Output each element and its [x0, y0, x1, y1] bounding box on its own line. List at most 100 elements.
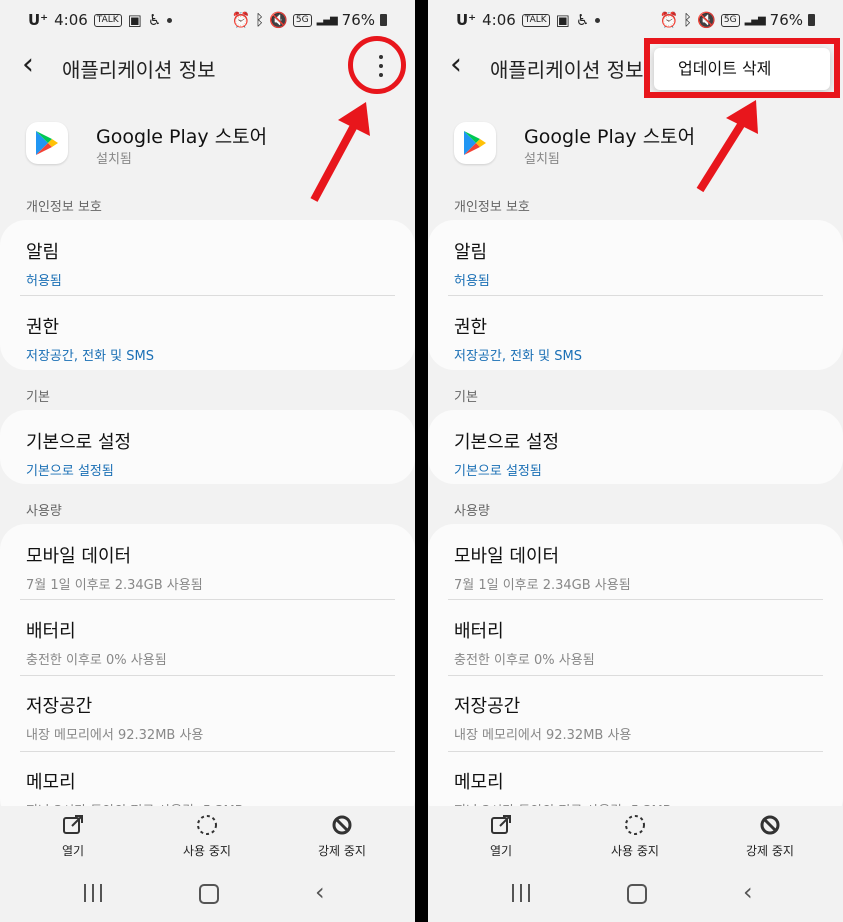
set-as-default-item[interactable]: 기본으로 설정 기본으로 설정됨 [26, 428, 131, 479]
network-5g-icon: 5G [720, 13, 740, 27]
signal-icon: ▂▄▆ [744, 14, 766, 26]
gallery-icon: ▣ [555, 11, 570, 29]
force-stop-button[interactable]: 강제 중지 [304, 814, 380, 859]
accessibility-icon: ♿ [147, 11, 162, 29]
mute-icon: 🔇 [269, 11, 288, 29]
open-button[interactable]: 열기 [48, 814, 98, 859]
network-5g-icon: 5G [292, 13, 312, 27]
status-bar: U⁺ 4:06 TALK ▣ ♿ ⏰ ᛒ 🔇 5G ▂▄▆ 76% [0, 0, 415, 42]
home-icon[interactable] [627, 884, 647, 904]
battery-subtitle: 충전한 이후로 0% 사용됨 [454, 653, 595, 668]
section-basic: 기본 [454, 390, 478, 405]
divider [448, 751, 823, 752]
open-label: 열기 [489, 844, 513, 858]
google-play-icon [26, 122, 68, 164]
permissions-item[interactable]: 권한 저장공간, 전화 및 SMS [454, 313, 582, 364]
usage-card: 모바일 데이터 7월 1일 이후로 2.34GB 사용됨 배터리 충전한 이후로… [0, 524, 415, 824]
back-arrow-icon[interactable]: ‹ [22, 50, 34, 80]
google-play-icon [454, 122, 496, 164]
battery-percent: 76% [769, 11, 803, 29]
bottom-action-bar: 열기 사용 중지 강제 중지 [0, 806, 415, 866]
nav-back-icon[interactable]: ‹ [315, 878, 325, 906]
app-name: Google Play 스토어 [524, 126, 696, 148]
battery-icon [380, 14, 387, 26]
force-stop-icon [760, 815, 780, 835]
phone-screen-left: U⁺ 4:06 TALK ▣ ♿ ⏰ ᛒ 🔇 5G ▂▄▆ 76% ‹ 애플리케… [0, 0, 415, 922]
battery-title: 배터리 [454, 621, 504, 642]
set-as-default-title: 기본으로 설정 [454, 432, 560, 453]
force-stop-icon [332, 815, 352, 835]
mobile-data-subtitle: 7월 1일 이후로 2.34GB 사용됨 [454, 578, 631, 593]
back-arrow-icon[interactable]: ‹ [450, 50, 462, 80]
divider [20, 295, 395, 296]
bluetooth-icon: ᛒ [255, 11, 265, 29]
app-header: Google Play 스토어 설치됨 [428, 112, 843, 172]
mute-icon: 🔇 [697, 11, 716, 29]
set-as-default-subtitle: 기본으로 설정됨 [454, 464, 542, 479]
recents-icon[interactable] [512, 884, 530, 902]
storage-item[interactable]: 저장공간 내장 메모리에서 92.32MB 사용 [454, 692, 631, 743]
permissions-title: 권한 [26, 317, 60, 338]
notifications-title: 알림 [454, 242, 488, 263]
kakaotalk-icon: TALK [521, 13, 550, 27]
disable-button[interactable]: 사용 중지 [600, 814, 670, 859]
disable-icon [625, 815, 645, 835]
usage-card: 모바일 데이터 7월 1일 이후로 2.34GB 사용됨 배터리 충전한 이후로… [428, 524, 843, 824]
set-as-default-item[interactable]: 기본으로 설정 기본으로 설정됨 [454, 428, 559, 479]
system-nav-bar: ‹ [0, 866, 415, 922]
clock: 4:06 [482, 11, 516, 29]
status-bar: U⁺ 4:06 TALK ▣ ♿ ⏰ ᛒ 🔇 5G ▂▄▆ 76% [428, 0, 843, 42]
storage-item[interactable]: 저장공간 내장 메모리에서 92.32MB 사용 [26, 692, 203, 743]
notifications-title: 알림 [26, 242, 60, 263]
bluetooth-icon: ᛒ [683, 11, 693, 29]
system-nav-bar: ‹ [428, 866, 843, 922]
force-stop-button[interactable]: 강제 중지 [732, 814, 808, 859]
mobile-data-item[interactable]: 모바일 데이터 7월 1일 이후로 2.34GB 사용됨 [26, 542, 203, 593]
divider [448, 675, 823, 676]
section-privacy: 개인정보 보호 [454, 200, 530, 215]
storage-title: 저장공간 [26, 696, 93, 717]
open-button[interactable]: 열기 [476, 814, 526, 859]
permissions-subtitle: 저장공간, 전화 및 SMS [26, 349, 154, 364]
battery-item[interactable]: 배터리 충전한 이후로 0% 사용됨 [26, 617, 167, 668]
disable-label: 사용 중지 [183, 844, 231, 858]
open-external-icon [63, 815, 83, 834]
accessibility-icon: ♿ [575, 11, 590, 29]
mobile-data-item[interactable]: 모바일 데이터 7월 1일 이후로 2.34GB 사용됨 [454, 542, 631, 593]
app-install-status: 설치됨 [96, 152, 132, 167]
app-name: Google Play 스토어 [96, 126, 268, 148]
phone-screen-right: U⁺ 4:06 TALK ▣ ♿ ⏰ ᛒ 🔇 5G ▂▄▆ 76% ‹ 애플리케… [428, 0, 843, 922]
annotation-arrow-icon [310, 102, 370, 202]
home-icon[interactable] [199, 884, 219, 904]
carrier-label: U⁺ [28, 11, 49, 29]
gallery-icon: ▣ [127, 11, 142, 29]
storage-title: 저장공간 [454, 696, 521, 717]
app-install-status: 설치됨 [524, 152, 560, 167]
notifications-subtitle: 허용됨 [26, 274, 62, 289]
force-stop-label: 강제 중지 [746, 844, 794, 858]
kakaotalk-icon: TALK [93, 13, 122, 27]
clock: 4:06 [54, 11, 88, 29]
nav-back-icon[interactable]: ‹ [743, 878, 753, 906]
page-title: 애플리케이션 정보 [62, 58, 216, 82]
notifications-item[interactable]: 알림 허용됨 [454, 238, 490, 289]
disable-icon [197, 815, 217, 835]
more-notifications-icon [595, 17, 601, 23]
storage-subtitle: 내장 메모리에서 92.32MB 사용 [26, 728, 204, 743]
mobile-data-title: 모바일 데이터 [454, 546, 560, 567]
battery-item[interactable]: 배터리 충전한 이후로 0% 사용됨 [454, 617, 595, 668]
permissions-subtitle: 저장공간, 전화 및 SMS [454, 349, 582, 364]
divider [20, 751, 395, 752]
notifications-item[interactable]: 알림 허용됨 [26, 238, 62, 289]
mobile-data-title: 모바일 데이터 [26, 546, 132, 567]
disable-label: 사용 중지 [611, 844, 659, 858]
alarm-icon: ⏰ [659, 11, 679, 29]
permissions-item[interactable]: 권한 저장공간, 전화 및 SMS [26, 313, 154, 364]
mobile-data-subtitle: 7월 1일 이후로 2.34GB 사용됨 [26, 578, 203, 593]
privacy-card: 알림 허용됨 권한 저장공간, 전화 및 SMS [0, 220, 415, 370]
notifications-subtitle: 허용됨 [454, 274, 490, 289]
disable-button[interactable]: 사용 중지 [172, 814, 242, 859]
annotation-arrow-icon [696, 100, 758, 193]
recents-icon[interactable] [84, 884, 102, 902]
bottom-action-bar: 열기 사용 중지 강제 중지 [428, 806, 843, 866]
